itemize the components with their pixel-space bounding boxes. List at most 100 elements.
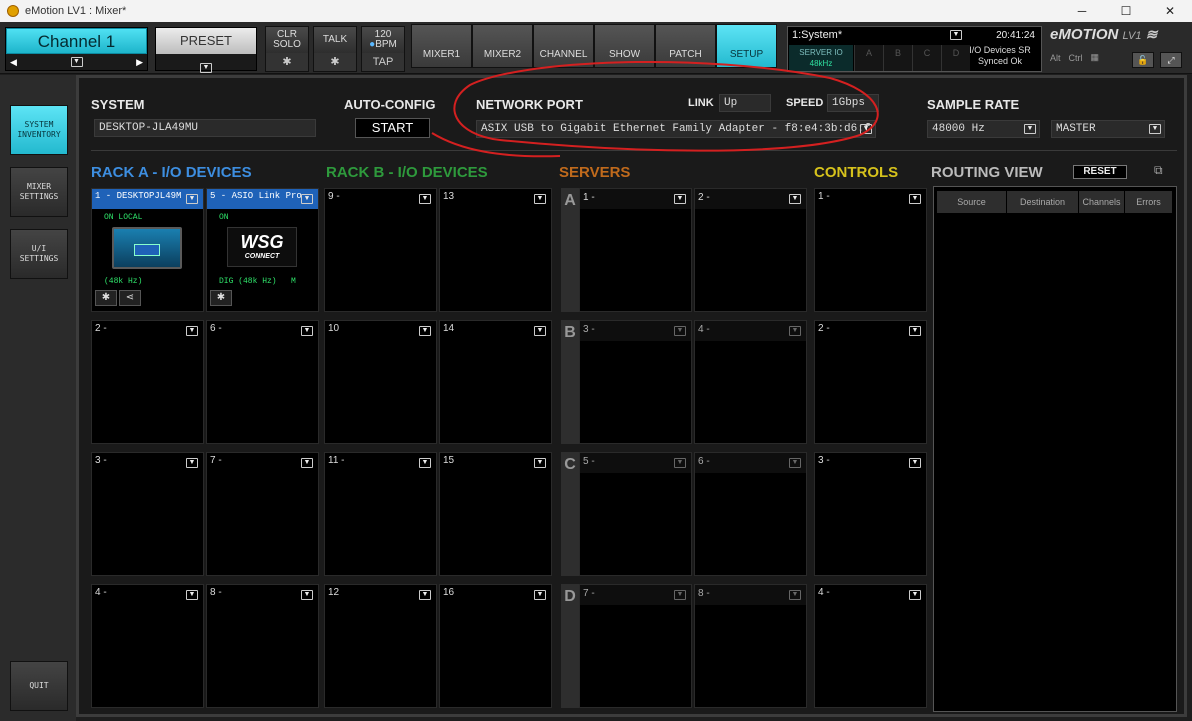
slot-dropdown-icon[interactable]: ▼ bbox=[419, 590, 431, 600]
tap-button[interactable]: TAP bbox=[362, 53, 404, 71]
prev-channel-icon[interactable]: ◀ bbox=[10, 57, 17, 68]
slot-dropdown-icon[interactable]: ▼ bbox=[909, 590, 921, 600]
maximize-button[interactable]: ☐ bbox=[1104, 0, 1148, 22]
sample-rate-select[interactable]: 48000 Hz ▼ bbox=[927, 120, 1040, 138]
rack-a-slot-7[interactable]: 7 - ▼ bbox=[206, 452, 319, 576]
sidebar-item-ui-settings[interactable]: U/I SETTINGS bbox=[10, 229, 68, 279]
slot-dropdown-icon[interactable]: ▼ bbox=[419, 458, 431, 468]
control-slot-1[interactable]: 1 - ▼ bbox=[814, 188, 927, 312]
slot-dropdown-icon[interactable]: ▼ bbox=[674, 458, 686, 468]
slot-dropdown-icon[interactable]: ▼ bbox=[301, 326, 313, 336]
server-slot-1[interactable]: 1 - ▼ bbox=[579, 188, 692, 312]
channel-selector[interactable]: Channel 1 ◀ ▼ ▶ bbox=[5, 27, 148, 71]
slot-dropdown-icon[interactable]: ▼ bbox=[534, 194, 546, 204]
rack-b-slot-11[interactable]: 11 - ▼ bbox=[324, 452, 437, 576]
slot-dropdown-icon[interactable]: ▼ bbox=[419, 194, 431, 204]
routing-reset-button[interactable]: RESET bbox=[1073, 165, 1127, 179]
rack-b-slot-14[interactable]: 14 ▼ bbox=[439, 320, 552, 444]
slot-dropdown-icon[interactable]: ▼ bbox=[909, 194, 921, 204]
rack-b-slot-9[interactable]: 9 - ▼ bbox=[324, 188, 437, 312]
rack-a-slot-3[interactable]: 3 - ▼ bbox=[91, 452, 204, 576]
slot-dropdown-icon[interactable]: ▼ bbox=[789, 326, 801, 336]
system-dropdown-icon[interactable]: ▼ bbox=[950, 30, 962, 40]
server-slot-7[interactable]: 7 - ▼ bbox=[579, 584, 692, 708]
popout-icon[interactable]: ⧉ bbox=[1154, 163, 1163, 178]
slot-dropdown-icon[interactable]: ▼ bbox=[186, 590, 198, 600]
server-slot-4[interactable]: 4 - ▼ bbox=[694, 320, 807, 444]
slot-dropdown-icon[interactable]: ▼ bbox=[186, 194, 198, 204]
system-status-box[interactable]: 1:System* ▼ 20:41:24 SERVER IO 48kHz A B… bbox=[787, 26, 1042, 72]
slot-dropdown-icon[interactable]: ▼ bbox=[419, 326, 431, 336]
slot-dropdown-icon[interactable]: ▼ bbox=[301, 590, 313, 600]
tab-setup[interactable]: SETUP bbox=[716, 24, 777, 68]
keyboard-icon[interactable]: ▦ bbox=[1091, 52, 1100, 63]
slot-dropdown-icon[interactable]: ▼ bbox=[909, 458, 921, 468]
slot-dropdown-icon[interactable]: ▼ bbox=[534, 458, 546, 468]
control-slot-3[interactable]: 3 - ▼ bbox=[814, 452, 927, 576]
rack-a-slot-4[interactable]: 4 - ▼ bbox=[91, 584, 204, 708]
sample-rate-dropdown-icon[interactable]: ▼ bbox=[1024, 124, 1036, 134]
rack-b-slot-15[interactable]: 15 ▼ bbox=[439, 452, 552, 576]
slot-dropdown-icon[interactable]: ▼ bbox=[674, 326, 686, 336]
preset-button[interactable]: PRESET ▼ bbox=[155, 27, 257, 73]
ctrl-key[interactable]: Ctrl bbox=[1069, 53, 1083, 63]
server-slot-2[interactable]: 2 - ▼ bbox=[694, 188, 807, 312]
rack-a-slot-1[interactable]: 1 - DESKTOPJL49M ▼ ON LOCAL (48k Hz) ✱ ⋖ bbox=[91, 188, 204, 312]
rack-a-slot-6[interactable]: 6 - ▼ bbox=[206, 320, 319, 444]
control-slot-4[interactable]: 4 - ▼ bbox=[814, 584, 927, 708]
adapter-dropdown-icon[interactable]: ▼ bbox=[860, 124, 872, 134]
server-slot-5[interactable]: 5 - ▼ bbox=[579, 452, 692, 576]
tab-show[interactable]: SHOW bbox=[594, 24, 655, 68]
control-slot-2[interactable]: 2 - ▼ bbox=[814, 320, 927, 444]
slot-dropdown-icon[interactable]: ▼ bbox=[674, 194, 686, 204]
slot-dropdown-icon[interactable]: ▼ bbox=[909, 326, 921, 336]
tempo-button[interactable]: 120 ●BPM TAP bbox=[361, 26, 405, 72]
slot-dropdown-icon[interactable]: ▼ bbox=[789, 194, 801, 204]
server-slot-6[interactable]: 6 - ▼ bbox=[694, 452, 807, 576]
auto-config-start-button[interactable]: START bbox=[355, 118, 430, 138]
alt-key[interactable]: Alt bbox=[1050, 53, 1061, 63]
rack-a-slot-8[interactable]: 8 - ▼ bbox=[206, 584, 319, 708]
rack-a-slot-2[interactable]: 2 - ▼ bbox=[91, 320, 204, 444]
rack-a-slot-5[interactable]: 5 - ASIO Link Pro ▼ ON WSG CONNECT DIG (4… bbox=[206, 188, 319, 312]
channel-name[interactable]: Channel 1 bbox=[6, 28, 147, 54]
tab-mixer2[interactable]: MIXER2 bbox=[472, 24, 533, 68]
tab-patch[interactable]: PATCH bbox=[655, 24, 716, 68]
talk-button[interactable]: TALK ✱ bbox=[313, 26, 357, 72]
slot-dropdown-icon[interactable]: ▼ bbox=[674, 590, 686, 600]
gear-icon[interactable]: ✱ bbox=[210, 290, 232, 306]
next-channel-icon[interactable]: ▶ bbox=[136, 57, 143, 68]
slot-dropdown-icon[interactable]: ▼ bbox=[186, 458, 198, 468]
clock-mode-dropdown-icon[interactable]: ▼ bbox=[1149, 124, 1161, 134]
clr-solo-button[interactable]: CLR SOLO ✱ bbox=[265, 26, 309, 72]
quit-button[interactable]: QUIT bbox=[10, 661, 68, 711]
slot-dropdown-icon[interactable]: ▼ bbox=[534, 590, 546, 600]
server-slot-3[interactable]: 3 - ▼ bbox=[579, 320, 692, 444]
close-button[interactable]: ✕ bbox=[1148, 0, 1192, 22]
gear-icon[interactable]: ✱ bbox=[314, 53, 356, 71]
rack-b-slot-10[interactable]: 10 ▼ bbox=[324, 320, 437, 444]
routing-view-table[interactable]: Source Destination Channels Errors bbox=[933, 186, 1177, 712]
slot-dropdown-icon[interactable]: ▼ bbox=[301, 458, 313, 468]
minimize-button[interactable]: ─ bbox=[1060, 0, 1104, 22]
rack-b-slot-16[interactable]: 16 ▼ bbox=[439, 584, 552, 708]
tab-mixer1[interactable]: MIXER1 bbox=[411, 24, 472, 68]
network-adapter-select[interactable]: ASIX USB to Gigabit Ethernet Family Adap… bbox=[476, 120, 876, 138]
channel-dropdown-icon[interactable]: ▼ bbox=[70, 57, 83, 67]
lock-icon[interactable]: 🔓 bbox=[1132, 52, 1154, 68]
clock-mode-select[interactable]: MASTER ▼ bbox=[1051, 120, 1165, 138]
preset-dropdown-icon[interactable]: ▼ bbox=[200, 63, 212, 73]
system-name-field[interactable]: DESKTOP-JLA49MU bbox=[94, 119, 316, 137]
share-icon[interactable]: ⋖ bbox=[119, 290, 141, 306]
slot-dropdown-icon[interactable]: ▼ bbox=[789, 458, 801, 468]
gear-icon[interactable]: ✱ bbox=[266, 53, 308, 71]
rack-b-slot-12[interactable]: 12 ▼ bbox=[324, 584, 437, 708]
slot-dropdown-icon[interactable]: ▼ bbox=[789, 590, 801, 600]
tab-channel[interactable]: CHANNEL bbox=[533, 24, 594, 68]
server-slot-8[interactable]: 8 - ▼ bbox=[694, 584, 807, 708]
slot-dropdown-icon[interactable]: ▼ bbox=[534, 326, 546, 336]
sidebar-item-system-inventory[interactable]: SYSTEM INVENTORY bbox=[10, 105, 68, 155]
gear-icon[interactable]: ✱ bbox=[95, 290, 117, 306]
sidebar-item-mixer-settings[interactable]: MIXER SETTINGS bbox=[10, 167, 68, 217]
slot-dropdown-icon[interactable]: ▼ bbox=[301, 194, 313, 204]
